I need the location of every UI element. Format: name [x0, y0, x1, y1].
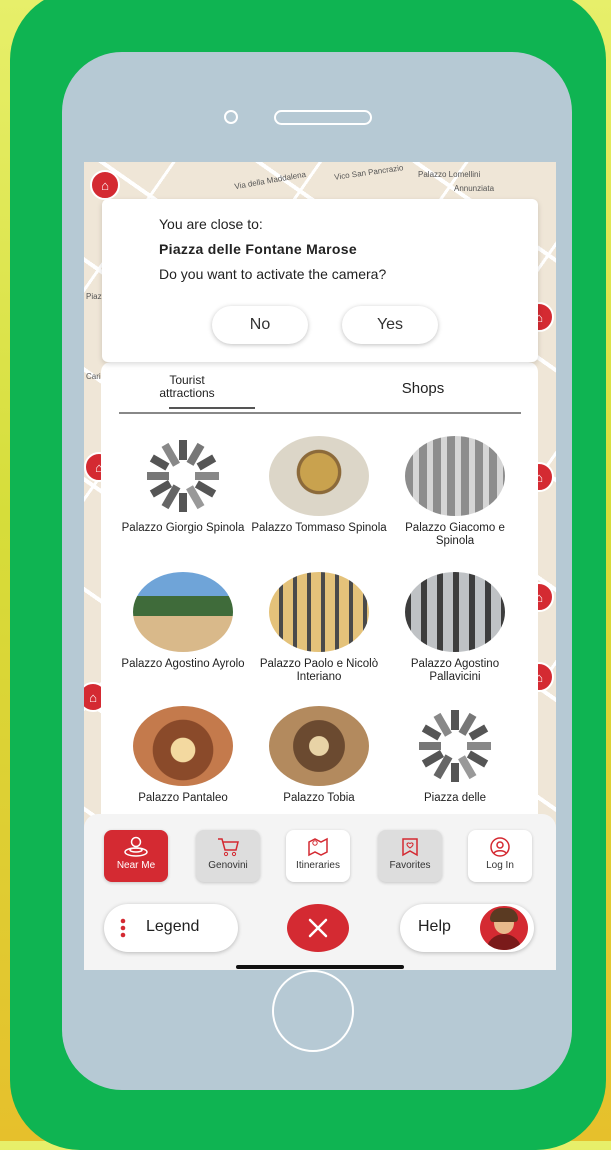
tab-shops[interactable]: Shops [363, 380, 483, 397]
attraction-name: Palazzo Giacomo e Spinola [405, 522, 505, 547]
log-in-label: Log In [486, 860, 514, 871]
attraction-name: Palazzo Agostino Pallavicini [410, 658, 500, 683]
speaker-slot [274, 110, 372, 125]
help-button[interactable]: Help [400, 904, 534, 952]
guide-avatar [480, 906, 528, 950]
legend-label: Legend [146, 918, 200, 935]
attraction-name: Piazza delle [423, 792, 486, 804]
genovini-label: Genovini [208, 860, 248, 871]
more-vertical-icon [120, 918, 126, 938]
map-street-label: Via della Maddalena [233, 169, 307, 192]
tab-shops-label: Shops [401, 380, 445, 397]
tab-active-indicator [169, 407, 255, 409]
attraction-card[interactable]: Palazzo Tommaso Spinola [251, 436, 387, 566]
attraction-name: Palazzo Paolo e Nicolò Interiano [259, 658, 379, 683]
home-button[interactable] [272, 970, 354, 1052]
legend-button[interactable]: Legend [104, 904, 238, 952]
genovini-button[interactable]: Genovini [196, 830, 260, 882]
itineraries-button[interactable]: Itineraries [286, 830, 350, 882]
attraction-photo [269, 706, 369, 786]
near-me-icon [124, 836, 148, 857]
bottom-toolbar: Near Me Genovini Itineraries Favorites L… [84, 814, 556, 970]
yes-button[interactable]: Yes [342, 306, 438, 344]
favorites-label: Favorites [389, 860, 431, 871]
dialog-intro: You are close to: [159, 216, 263, 232]
map-place-label: Annunziata [454, 184, 495, 193]
heart-flag-icon [402, 838, 418, 857]
help-label: Help [418, 918, 451, 935]
attraction-name: Palazzo Tobia [283, 792, 355, 804]
dialog-question: Do you want to activate the camera? [159, 266, 387, 282]
log-in-button[interactable]: Log In [468, 830, 532, 882]
no-button[interactable]: No [212, 306, 308, 344]
close-icon [308, 918, 328, 938]
map-pin[interactable]: ⌂ [90, 170, 120, 200]
attraction-photo [133, 706, 233, 786]
map-place-label: Palazzo Lomellini [418, 170, 481, 179]
attraction-name: Palazzo Agostino Ayrolo [121, 658, 245, 670]
attraction-card[interactable]: Palazzo Agostino Pallavicini [387, 572, 523, 702]
attraction-photo [405, 572, 505, 652]
app-screen: Via della Maddalena Vico San Pancrazio P… [84, 162, 556, 970]
tab-tourist-label: Tourist attractions [159, 373, 215, 400]
attraction-card[interactable]: Palazzo Giacomo e Spinola [387, 436, 523, 566]
attraction-name: Palazzo Pantaleo [138, 792, 228, 804]
cart-icon [218, 838, 239, 857]
map-street-label: Vico San Pancrazio [333, 163, 404, 182]
attraction-photo [269, 436, 369, 516]
attraction-name: Palazzo Tommaso Spinola [251, 522, 387, 534]
attraction-name: Palazzo Giorgio Spinola [121, 522, 245, 534]
attraction-photo [269, 572, 369, 652]
placeholder-thumbnail [133, 436, 233, 516]
close-button[interactable] [287, 904, 349, 952]
attraction-photo [405, 436, 505, 516]
attraction-card[interactable]: Palazzo Giorgio Spinola [115, 436, 251, 566]
placeholder-thumbnail [405, 706, 505, 786]
attraction-card[interactable]: Palazzo Paolo e Nicolò Interiano [251, 572, 387, 702]
dialog-place-name: Piazza delle Fontane Marose [159, 241, 357, 257]
near-me-label: Near Me [116, 860, 156, 871]
home-indicator [236, 965, 404, 969]
tab-divider [119, 412, 521, 414]
attraction-card[interactable]: Palazzo Agostino Ayrolo [115, 572, 251, 702]
camera-prompt-dialog: You are close to: Piazza delle Fontane M… [102, 199, 538, 362]
user-icon [490, 837, 510, 857]
favorites-button[interactable]: Favorites [378, 830, 442, 882]
front-camera [224, 110, 238, 124]
map-icon [308, 837, 328, 857]
attraction-photo [133, 572, 233, 652]
itineraries-label: Itineraries [296, 860, 340, 871]
near-me-button[interactable]: Near Me [104, 830, 168, 882]
tab-tourist-attractions[interactable]: Tourist attractions [119, 374, 255, 400]
